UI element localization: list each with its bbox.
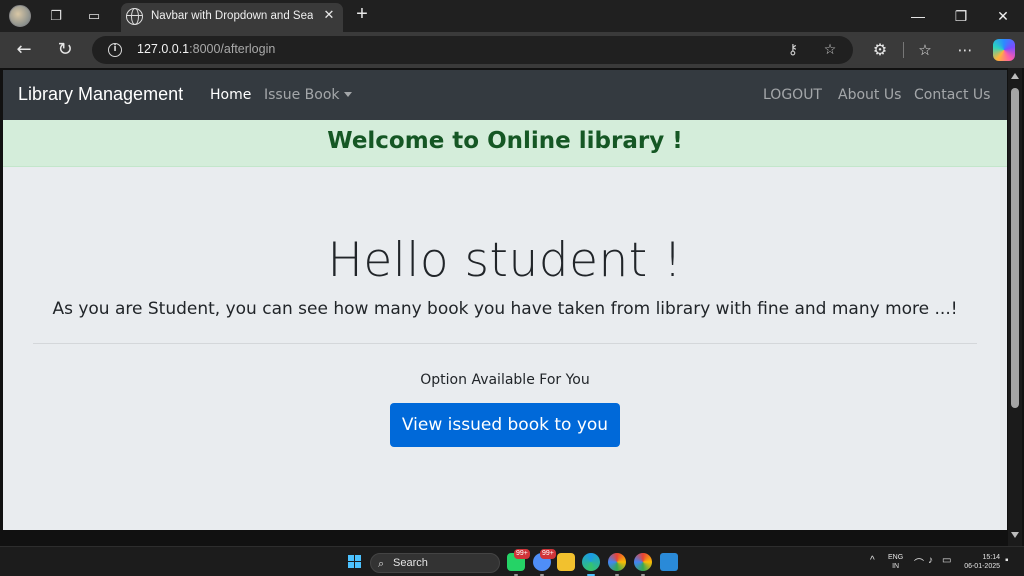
close-tab-icon[interactable]: ✕ [321,8,337,24]
caret-down-icon [343,91,352,97]
copilot-icon[interactable] [993,39,1015,61]
lead-text: As you are Student, you can see how many… [52,299,958,319]
windows-start-icon[interactable] [348,555,362,569]
favorite-star-icon[interactable]: ☆ [820,40,840,60]
view-issued-book-button[interactable]: View issued book to you [390,403,620,447]
region-code: IN [892,563,900,570]
notification-badge: 99+ [540,549,556,559]
nav-dropdown-issue-book[interactable]: Issue Book [264,87,352,103]
screen: ❐ ▭ Navbar with Dropdown and Search ✕ + … [0,0,1024,576]
nav-link-contact[interactable]: Contact Us [914,87,990,103]
file-explorer-icon[interactable] [557,553,575,571]
scrollbar-thumb[interactable] [1011,88,1019,408]
browser-tab-strip: ❐ ▭ Navbar with Dropdown and Search ✕ + … [0,0,1024,32]
welcome-message: Welcome to Online library ! [327,128,683,154]
reload-icon[interactable]: ↻ [54,39,76,61]
battery-icon[interactable]: ▭ [942,555,951,566]
new-tab-button[interactable]: + [352,4,372,25]
volume-icon[interactable]: ♪ [928,555,933,566]
page-scrollbar[interactable] [1008,68,1022,546]
hello-heading: Hello student ! [327,233,683,288]
whatsapp-icon[interactable]: 99+ [507,549,530,576]
language-code: ENG [888,554,904,561]
workspaces-icon[interactable]: ❐ [46,6,66,26]
system-clock[interactable]: 15:14 06-01-2025 [962,553,1000,571]
taskbar-search-label: Search [393,557,428,569]
scroll-up-arrow-icon[interactable] [1011,73,1019,79]
nav-link-home[interactable]: Home [210,87,251,103]
globe-icon [126,8,143,25]
notification-badge: 99+ [514,549,530,559]
chevron-up-icon[interactable]: ^ [870,555,875,566]
wifi-icon[interactable]: ⌒ [914,555,924,570]
site-info-icon[interactable]: i [108,43,122,57]
options-label: Option Available For You [420,372,590,388]
notification-bell-icon[interactable]: ▪ [1005,555,1009,566]
page-viewport: Library Management Home Issue Book LOGOU… [0,68,1024,546]
password-key-icon[interactable]: ⚷ [783,40,803,60]
profile-avatar[interactable] [9,5,31,27]
clock-date: 06-01-2025 [964,563,1000,570]
restore-button[interactable]: ❐ [951,6,971,26]
os-taskbar: ⌕ Search 99+ 99+ ^ ENG IN ⌒ ♪ ▭ 15:14 06… [0,546,1024,576]
url-text[interactable]: 127.0.0.1:8000/afterlogin [137,42,275,56]
tab-actions-icon[interactable]: ▭ [84,6,104,26]
url-path: :8000/afterlogin [189,42,276,56]
chrome-profile-icon[interactable]: 99+ [533,549,556,576]
chrome-icon-2[interactable] [634,553,652,576]
vscode-icon[interactable] [660,553,678,571]
navbar-brand[interactable]: Library Management [18,84,183,105]
browser-toolbar: ← ↻ i 127.0.0.1:8000/afterlogin ⚷ ☆ ⚙ ☆ … [0,32,1024,68]
address-bar[interactable]: i 127.0.0.1:8000/afterlogin ⚷ ☆ [92,36,853,64]
web-page: Library Management Home Issue Book LOGOU… [3,70,1007,530]
site-navbar: Library Management Home Issue Book LOGOU… [3,70,1007,120]
tab-title: Navbar with Dropdown and Search [151,10,313,22]
minimize-button[interactable]: — [908,6,928,26]
edge-browser-icon[interactable] [582,553,600,576]
nav-link-logout[interactable]: LOGOUT [763,87,822,103]
divider [33,343,977,344]
nav-dropdown-label: Issue Book [264,87,340,103]
taskbar-search[interactable]: ⌕ Search [370,553,500,573]
nav-link-about[interactable]: About Us [838,87,901,103]
scroll-down-arrow-icon[interactable] [1011,532,1019,538]
more-options-icon[interactable]: ⋯ [954,39,976,61]
back-arrow-icon[interactable]: ← [13,39,35,61]
close-window-button[interactable]: ✕ [993,6,1013,26]
extensions-icon[interactable]: ⚙ [869,39,891,61]
url-host: 127.0.0.1 [137,42,190,56]
chrome-icon[interactable] [608,553,626,576]
tab-active[interactable]: Navbar with Dropdown and Search ✕ [121,3,343,32]
language-indicator[interactable]: ENG IN [888,553,903,571]
search-icon: ⌕ [378,557,385,570]
favorites-icon[interactable]: ☆ [914,39,936,61]
welcome-alert: Welcome to Online library ! [3,120,1007,167]
clock-time: 15:14 [982,554,1000,561]
toolbar-divider [903,42,904,58]
